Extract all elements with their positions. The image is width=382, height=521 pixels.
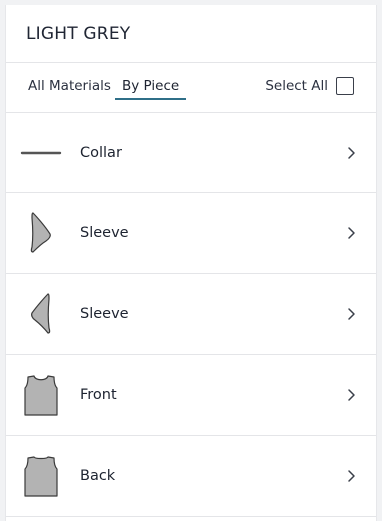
piece-label: Collar: [80, 144, 122, 161]
piece-row-sleeve[interactable]: Sleeve: [6, 274, 376, 355]
view-tabs: All Materials By Piece Select All: [6, 63, 376, 113]
tab-by-piece[interactable]: By Piece: [115, 77, 187, 100]
piece-row-sleeve[interactable]: Sleeve: [6, 193, 376, 274]
tab-all-materials[interactable]: All Materials: [28, 78, 111, 94]
piece-list: Collar Sleeve Sleeve Front Back: [6, 113, 376, 517]
chevron-right-icon: [348, 308, 355, 320]
material-panel: LIGHT GREY All Materials By Piece Select…: [5, 5, 377, 521]
piece-row-back[interactable]: Back: [6, 436, 376, 517]
piece-row-collar[interactable]: Collar: [6, 113, 376, 193]
sleeve-icon: [17, 209, 65, 257]
piece-label: Sleeve: [80, 306, 129, 322]
sleeve-icon: [17, 290, 65, 338]
panel-header: LIGHT GREY: [6, 5, 376, 63]
piece-row-front[interactable]: Front: [6, 355, 376, 436]
chevron-right-icon: [348, 146, 355, 159]
piece-label: Back: [80, 468, 116, 484]
collar-icon: [17, 129, 65, 177]
piece-label: Front: [80, 387, 117, 403]
material-title: LIGHT GREY: [26, 23, 131, 44]
select-all-label: Select All: [265, 78, 328, 94]
chevron-right-icon: [348, 389, 355, 401]
select-all-control[interactable]: Select All: [265, 77, 354, 95]
chevron-right-icon: [348, 470, 355, 482]
back-bodice-icon: [17, 452, 65, 500]
select-all-checkbox[interactable]: [336, 77, 354, 95]
piece-label: Sleeve: [80, 225, 129, 241]
chevron-right-icon: [348, 227, 355, 239]
front-bodice-icon: [17, 371, 65, 419]
